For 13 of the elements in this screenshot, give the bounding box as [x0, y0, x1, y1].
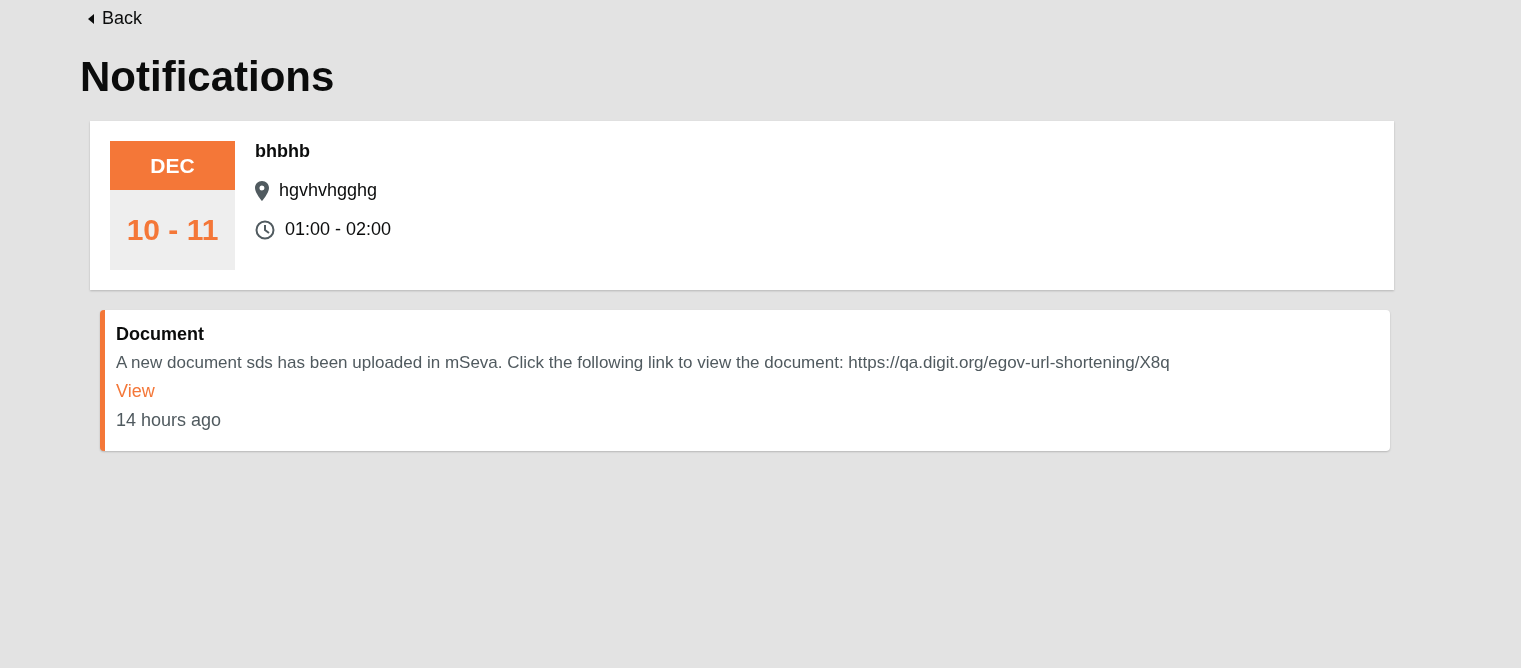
location-pin-icon [255, 180, 269, 201]
event-name: bhbhb [255, 141, 311, 162]
event-dates: 10 - 11 [110, 190, 235, 270]
event-time: 01:00 - 02:00 [285, 219, 392, 240]
notification-time: 14 hours ago [116, 410, 223, 431]
event-location: hgvhvhgghg [279, 180, 378, 201]
clock-icon [255, 219, 275, 240]
event-month: DEC [110, 141, 235, 190]
notification-message: A new document sds has been uploaded in mSeva. Click the following link to view the document: https://qa.digit.org/egov-url-shortening/X8q [116, 353, 1171, 373]
back-link[interactable]: Back [80, 8, 143, 29]
notification-title: Document [116, 324, 205, 345]
page-title: Notifications [80, 53, 336, 101]
caret-left-icon [88, 13, 94, 24]
